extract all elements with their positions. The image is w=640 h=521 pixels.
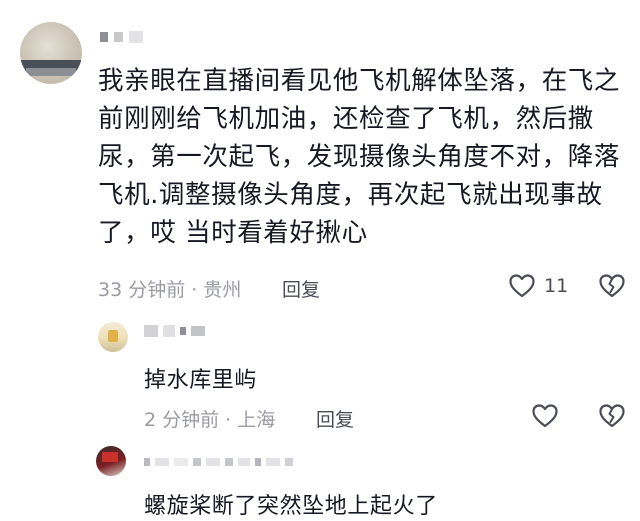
avatar[interactable] <box>98 322 128 352</box>
comment-text-line: 飞机.调整摄像头角度，再次起飞就出现事故 <box>98 180 603 210</box>
username-redacted[interactable] <box>100 30 143 44</box>
like-button[interactable]: 11 <box>508 273 568 299</box>
reply-time-location: 2 分钟前 · 上海 <box>144 409 276 431</box>
dislike-button[interactable] <box>598 273 626 299</box>
avatar[interactable] <box>20 22 82 84</box>
comment-time-location: 33 分钟前 · 贵州 <box>98 279 242 301</box>
broken-heart-icon <box>598 273 626 299</box>
heart-outline-icon <box>508 273 536 299</box>
heart-outline-icon <box>531 403 559 429</box>
reply-button[interactable]: 回复 <box>282 275 320 302</box>
like-count: 11 <box>544 275 569 297</box>
comment-text-line: 我亲眼在直播间看见他飞机解体坠落，在飞之 <box>98 66 621 96</box>
reply-text: 螺旋桨断了突然坠地上起火了 <box>144 494 438 519</box>
reply-button[interactable]: 回复 <box>316 405 354 432</box>
dislike-button[interactable] <box>598 403 626 429</box>
avatar[interactable] <box>96 446 126 476</box>
like-button[interactable] <box>531 403 559 429</box>
username-redacted[interactable] <box>144 325 205 337</box>
reply-text: 掉水库里屿 <box>144 368 258 393</box>
comment-text-line: 了，哎 当时看着好揪心 <box>98 218 368 248</box>
comment-text-line: 尿，第一次起飞，发现摄像头角度不对，降落 <box>98 142 621 172</box>
username-redacted[interactable] <box>144 456 293 468</box>
comment-text: 我亲眼在直播间看见他飞机解体坠落，在飞之 前刚刚给飞机加油，还检查了飞机，然后撒… <box>98 62 621 252</box>
broken-heart-icon <box>598 403 626 429</box>
comment-text-line: 前刚刚给飞机加油，还检查了飞机，然后撒 <box>98 104 594 134</box>
